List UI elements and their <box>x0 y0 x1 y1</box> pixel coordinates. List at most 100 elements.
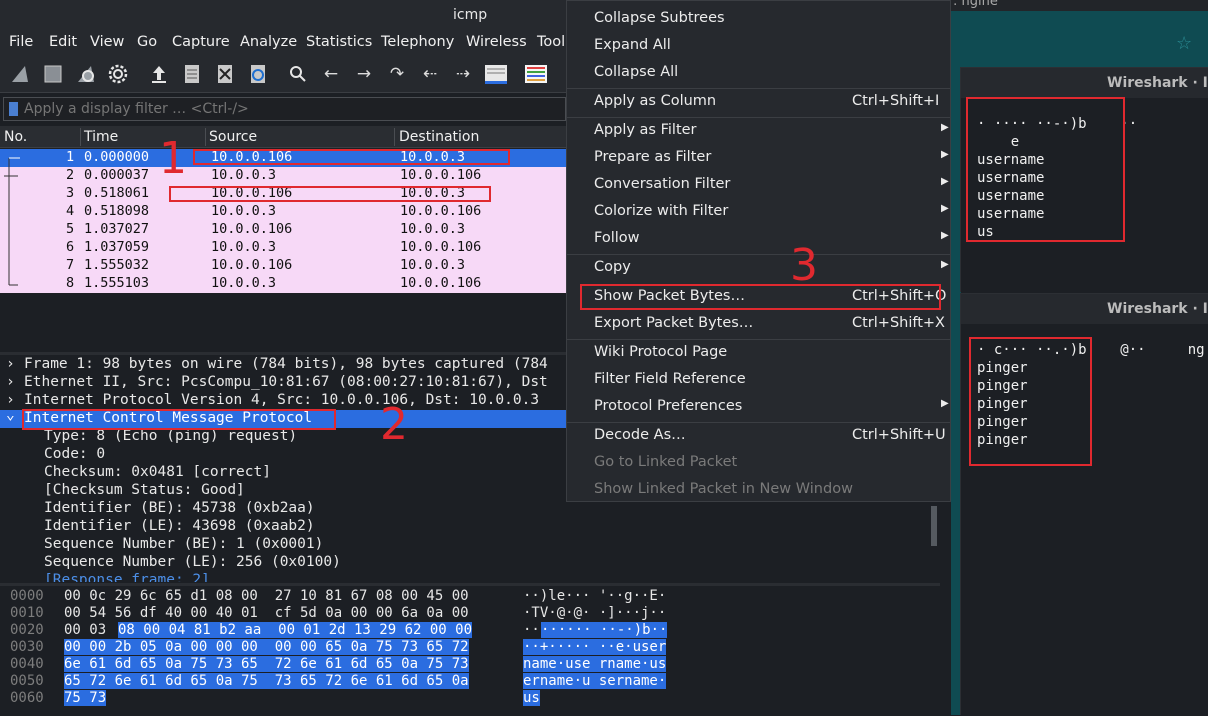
packet-row[interactable]: 7 1.555032 10.0.0.106 10.0.0.3 <box>0 257 566 275</box>
submenu-arrow-icon: ▶ <box>941 398 949 409</box>
annotation-box-packet-3 <box>169 186 491 202</box>
submenu-arrow-icon: ▶ <box>941 176 949 187</box>
menu-edit[interactable]: Edit <box>49 34 77 50</box>
detail-field[interactable]: Identifier (BE): 45738 (0xb2aa) <box>44 500 315 518</box>
response-frame-link[interactable]: [Response frame: 2] <box>44 572 210 582</box>
back-arrow-icon[interactable]: ← <box>320 63 342 85</box>
packet-row[interactable]: 5 1.037027 10.0.0.106 10.0.0.3 <box>0 221 566 239</box>
annotation-box-packet-1 <box>193 149 510 165</box>
detail-field[interactable]: Code: 0 <box>44 446 105 464</box>
menu-item-protocol-preferences[interactable]: Protocol Preferences ▶ <box>567 394 952 421</box>
menu-item-collapse-all[interactable]: Collapse All <box>567 60 952 87</box>
hex-offset: 0060 <box>10 690 44 706</box>
hex-bytes-selected: 65 72 6e 61 6d 65 0a 75 73 65 72 6e 61 6… <box>64 673 469 689</box>
packet-time: 0.518061 <box>84 185 150 201</box>
menu-item-colorize-with-filter[interactable]: Colorize with Filter ▶ <box>567 199 952 226</box>
display-filter-input[interactable] <box>24 99 554 119</box>
menu-item-apply-as-filter[interactable]: Apply as Filter ▶ <box>567 118 952 145</box>
first-packet-icon[interactable]: ⇠ <box>419 63 441 85</box>
background-window-top: : ngine <box>951 0 1208 11</box>
menu-wireless[interactable]: Wireless <box>466 34 527 50</box>
window-header[interactable]: Wireshark · Inte <box>961 294 1208 324</box>
menu-item-copy[interactable]: Copy ▶ <box>567 255 952 282</box>
last-packet-icon[interactable]: ⇢ <box>452 63 474 85</box>
annotation-box-icmp <box>22 409 336 430</box>
packet-destination: 10.0.0.106 <box>400 203 482 219</box>
packet-row[interactable]: 8 1.555103 10.0.0.3 10.0.0.106 <box>0 275 566 293</box>
menu-item-shortcut: Ctrl+Shift+X <box>852 315 945 331</box>
star-icon[interactable]: ☆ <box>1176 33 1192 54</box>
menu-item-expand-all[interactable]: Expand All <box>567 33 952 60</box>
menu-item-apply-as-column[interactable]: Apply as Column Ctrl+Shift+I <box>567 89 952 116</box>
menu-item-label: Collapse Subtrees <box>594 10 725 26</box>
hex-bytes-selected: 6e 61 6d 65 0a 75 73 65 72 6e 61 6d 65 0… <box>64 656 469 672</box>
window-title: Wireshark · Inte <box>1107 75 1208 91</box>
column-no[interactable]: No. <box>4 129 27 145</box>
hex-offset: 0050 <box>10 673 44 689</box>
menu-item-label: Apply as Filter <box>594 122 697 138</box>
open-file-icon[interactable] <box>148 63 170 85</box>
menu-item-label: Export Packet Bytes… <box>594 315 754 331</box>
menu-item-wiki-protocol-page[interactable]: Wiki Protocol Page <box>567 340 952 367</box>
menu-tools[interactable]: Tool <box>537 34 565 50</box>
menu-item-collapse-subtrees[interactable]: Collapse Subtrees <box>567 6 952 33</box>
packet-row[interactable]: 6 1.037059 10.0.0.3 10.0.0.106 <box>0 239 566 257</box>
stop-capture-icon[interactable] <box>42 63 64 85</box>
packet-row[interactable]: 4 0.518098 10.0.0.3 10.0.0.106 <box>0 203 566 221</box>
menu-view[interactable]: View <box>90 34 124 50</box>
menu-item-follow[interactable]: Follow ▶ <box>567 226 952 253</box>
forward-arrow-icon[interactable]: → <box>353 63 375 85</box>
bookmark-icon[interactable] <box>9 102 18 116</box>
expand-arrow-icon[interactable]: › <box>6 356 15 372</box>
hex-offset: 0030 <box>10 639 44 655</box>
column-source[interactable]: Source <box>209 129 257 145</box>
expand-arrow-icon[interactable]: › <box>6 392 15 408</box>
column-time[interactable]: Time <box>84 129 118 145</box>
hex-ascii-selected: name·use rname·us <box>523 656 667 672</box>
go-to-packet-icon[interactable]: ↷ <box>386 63 408 85</box>
menu-item-prepare-as-filter[interactable]: Prepare as Filter ▶ <box>567 145 952 172</box>
menu-item-filter-field-reference[interactable]: Filter Field Reference <box>567 367 952 394</box>
colorize-icon[interactable] <box>523 63 549 85</box>
hex-bytes-selected: 75 73 <box>64 690 107 706</box>
menu-item-conversation-filter[interactable]: Conversation Filter ▶ <box>567 172 952 199</box>
menu-file[interactable]: File <box>9 34 33 50</box>
menu-telephony[interactable]: Telephony <box>381 34 454 50</box>
detail-field[interactable]: Sequence Number (BE): 1 (0x0001) <box>44 536 323 554</box>
main-toolbar: ← → ↷ ⇠ ⇢ <box>0 55 566 93</box>
autoscroll-icon[interactable] <box>483 63 509 85</box>
menu-item-decode-as[interactable]: Decode As… Ctrl+Shift+U <box>567 423 952 450</box>
restart-capture-icon[interactable] <box>75 63 97 85</box>
detail-field[interactable]: Sequence Number (LE): 256 (0x0100) <box>44 554 341 572</box>
detail-field[interactable]: [Checksum Status: Good] <box>44 482 245 500</box>
submenu-arrow-icon: ▶ <box>941 259 949 270</box>
submenu-arrow-icon: ▶ <box>941 149 949 160</box>
detail-field[interactable]: Type: 8 (Echo (ping) request) <box>44 428 297 446</box>
close-file-icon[interactable] <box>214 63 236 85</box>
menu-capture[interactable]: Capture <box>172 34 230 50</box>
menu-item-label: Decode As… <box>594 427 686 443</box>
detail-scrollbar[interactable] <box>931 506 937 546</box>
menu-item-label: Copy <box>594 259 631 275</box>
menu-analyze[interactable]: Analyze <box>240 34 297 50</box>
expand-arrow-icon[interactable]: › <box>6 374 15 390</box>
collapse-arrow-icon[interactable]: ⌄ <box>6 407 15 423</box>
detail-field[interactable]: Checksum: 0x0481 [correct] <box>44 464 271 482</box>
shark-fin-start-icon[interactable] <box>9 63 31 85</box>
column-destination[interactable]: Destination <box>399 129 479 145</box>
menu-item-label: Go to Linked Packet <box>594 454 738 470</box>
reload-file-icon[interactable] <box>247 63 269 85</box>
search-icon[interactable] <box>287 63 309 85</box>
pane-splitter[interactable] <box>0 583 940 586</box>
menu-go[interactable]: Go <box>137 34 157 50</box>
packet-row[interactable]: 2 0.000037 10.0.0.3 10.0.0.106 <box>0 167 566 185</box>
detail-text: Ethernet II, Src: PcsCompu_10:81:67 (08:… <box>24 374 548 390</box>
menu-item-export-packet-bytes[interactable]: Export Packet Bytes… Ctrl+Shift+X <box>567 311 952 338</box>
menu-statistics[interactable]: Statistics <box>306 34 372 50</box>
packet-no: 6 <box>66 239 75 255</box>
packet-destination: 10.0.0.106 <box>400 239 482 255</box>
save-file-icon[interactable] <box>181 63 203 85</box>
window-header[interactable]: Wireshark · Inte <box>961 68 1208 98</box>
capture-options-gear-icon[interactable] <box>107 63 129 85</box>
detail-field[interactable]: Identifier (LE): 43698 (0xaab2) <box>44 518 315 536</box>
